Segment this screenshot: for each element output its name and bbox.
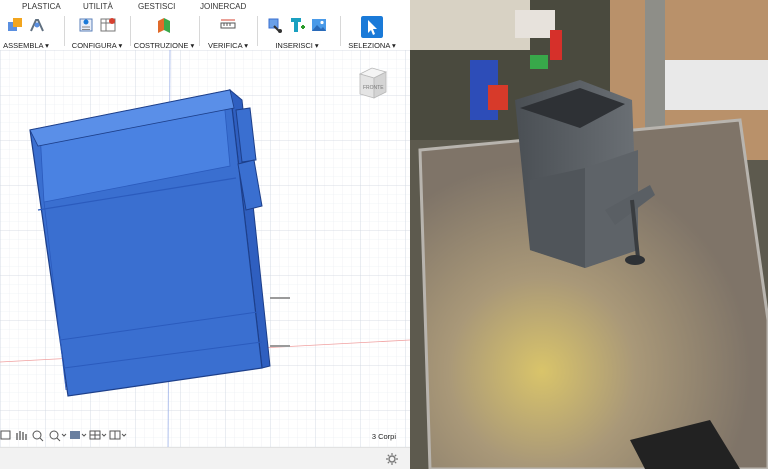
tab-plastica[interactable]: PLASTICA	[22, 2, 61, 11]
assembla-label: ASSEMBLA ▾	[3, 41, 49, 50]
tab-gestisci[interactable]: GESTISCI	[138, 2, 175, 11]
group-costruzione[interactable]: COSTRUZIONE ▾	[132, 14, 196, 50]
group-seleziona[interactable]: SELEZIONA ▾	[342, 14, 402, 50]
seleziona-label: SELEZIONA ▾	[348, 41, 396, 50]
tab-joinercad[interactable]: JOINERCAD	[200, 2, 246, 11]
parameters-icon[interactable]	[77, 16, 95, 34]
insert-image-icon[interactable]	[310, 16, 328, 34]
toolbar-divider	[130, 16, 131, 46]
joint-icon[interactable]	[28, 16, 46, 34]
bottom-strip	[0, 447, 410, 469]
group-verifica[interactable]: VERIFICA ▾	[201, 14, 255, 50]
costruzione-label: COSTRUZIONE ▾	[133, 41, 195, 50]
bodies-count: 3 Corpi	[371, 432, 396, 441]
toolbar-divider	[340, 16, 341, 46]
select-arrow-icon[interactable]	[361, 16, 383, 38]
zoom-icon[interactable]	[32, 430, 44, 442]
configura-label: CONFIGURA ▾	[71, 41, 123, 50]
tab-utilita[interactable]: UTILITÀ	[83, 2, 113, 11]
fusion-window: PLASTICA UTILITÀ GESTISCI JOINERCAD ASSE…	[0, 0, 410, 469]
viewports-icon[interactable]	[109, 430, 127, 440]
viewcube-front-label: FRONTE	[363, 85, 384, 91]
group-assembla[interactable]: ASSEMBLA ▾	[0, 14, 58, 50]
new-component-icon[interactable]	[6, 16, 24, 34]
group-configura[interactable]: CONFIGURA ▾	[68, 14, 126, 50]
verifica-label: VERIFICA ▾	[207, 41, 249, 50]
navigation-bar	[0, 425, 410, 447]
fit-icon[interactable]	[49, 430, 67, 442]
pan-icon[interactable]	[16, 431, 27, 440]
toolbar-divider	[257, 16, 258, 46]
grid-icon[interactable]	[89, 430, 107, 440]
box-body[interactable]	[29, 88, 271, 397]
table-icon[interactable]	[99, 16, 117, 34]
gear-icon[interactable]	[386, 453, 398, 465]
viewcube[interactable]: FRONTE	[358, 67, 388, 99]
nav-icons	[0, 430, 127, 442]
visual-style-icon[interactable]	[70, 431, 87, 439]
photo-printed-part	[410, 0, 768, 469]
display-settings-icon[interactable]	[0, 430, 11, 440]
insert-mesh-icon[interactable]	[288, 16, 306, 34]
canvas-viewport[interactable]: FRONTE	[0, 50, 410, 455]
group-inserisci[interactable]: INSERISCI ▾	[259, 14, 335, 50]
toolbar-divider	[199, 16, 200, 46]
toolbar-divider	[64, 16, 65, 46]
measure-icon[interactable]	[219, 16, 237, 34]
inserisci-label: INSERISCI ▾	[275, 41, 319, 50]
tab-row: PLASTICA UTILITÀ GESTISCI JOINERCAD	[0, 0, 410, 14]
offset-plane-icon[interactable]	[155, 16, 173, 34]
insert-derive-icon[interactable]	[266, 16, 284, 34]
